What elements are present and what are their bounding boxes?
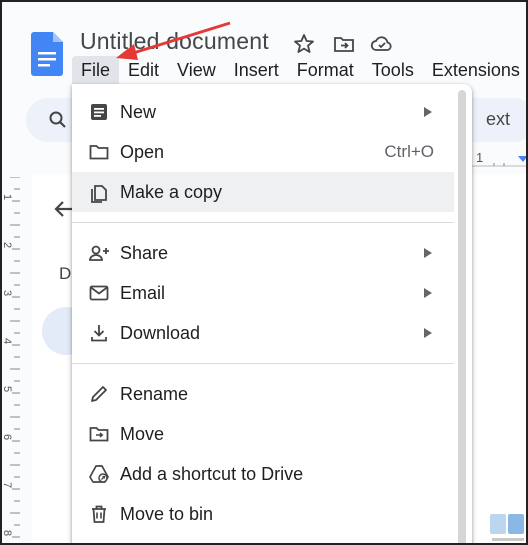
menu-extensions[interactable]: Extensions bbox=[423, 56, 526, 84]
toolbar-style-label[interactable]: ext bbox=[486, 109, 510, 130]
ruler-v-label: 6 bbox=[1, 433, 14, 441]
drive-shortcut-icon bbox=[89, 465, 109, 483]
menu-format[interactable]: Format bbox=[288, 56, 363, 84]
cloud-saved-icon[interactable] bbox=[370, 32, 394, 56]
menu-scrollbar[interactable] bbox=[458, 90, 466, 543]
menu-tools[interactable]: Tools bbox=[363, 56, 423, 84]
menu-item-label: New bbox=[120, 101, 157, 122]
ruler-v-label: 4 bbox=[1, 337, 14, 345]
submenu-arrow-icon bbox=[424, 248, 432, 258]
app-window: Untitled document File Edit View Insert … bbox=[0, 0, 528, 545]
folder-move-icon bbox=[89, 427, 109, 442]
docs-logo-icon[interactable] bbox=[31, 32, 63, 76]
menu-item-download[interactable]: Download bbox=[72, 313, 454, 353]
vertical-ruler-ticks bbox=[10, 176, 20, 538]
folder-icon bbox=[89, 145, 109, 160]
submenu-arrow-icon bbox=[424, 288, 432, 298]
ruler-v-label: 7 bbox=[1, 481, 14, 489]
menu-divider bbox=[72, 222, 454, 223]
person-add-icon bbox=[89, 245, 109, 261]
menu-item-label: Email bbox=[120, 282, 166, 303]
menu-item-label: Move bbox=[120, 423, 165, 444]
ruler-v-label: 5 bbox=[1, 385, 14, 393]
menu-item-label: Move to bin bbox=[120, 503, 214, 524]
menu-item-new[interactable]: New bbox=[72, 92, 454, 132]
menu-item-rename[interactable]: Rename bbox=[72, 374, 454, 414]
menu-item-shortcut: Ctrl+O bbox=[384, 142, 434, 161]
ruler-v-label: 1 bbox=[1, 193, 14, 201]
submenu-arrow-icon bbox=[424, 328, 432, 338]
ruler-number: 1 bbox=[476, 150, 484, 165]
mail-icon bbox=[89, 285, 109, 301]
watermark-logo-icon bbox=[490, 514, 524, 541]
download-icon bbox=[91, 325, 107, 342]
vertical-ruler: 1 2 3 4 5 6 7 8 bbox=[1, 176, 22, 543]
file-menu-dropdown: New Open Ctrl+O Make a copy Share Email … bbox=[72, 84, 472, 543]
menu-item-add-shortcut[interactable]: Add a shortcut to Drive bbox=[72, 454, 454, 494]
menu-item-label: Add a shortcut to Drive bbox=[120, 463, 304, 484]
ruler-v-label: 2 bbox=[1, 241, 14, 249]
annotation-arrow-icon bbox=[116, 21, 231, 60]
menu-item-label: Share bbox=[120, 242, 169, 263]
menu-item-label: Open bbox=[120, 141, 165, 162]
copy-icon bbox=[91, 185, 107, 203]
submenu-arrow-icon bbox=[424, 107, 432, 117]
menu-divider bbox=[72, 363, 454, 364]
menu-item-make-a-copy[interactable]: Make a copy bbox=[72, 172, 454, 212]
menu-item-label: Make a copy bbox=[120, 181, 223, 202]
menu-item-share[interactable]: Share bbox=[72, 233, 454, 273]
search-menus-icon[interactable] bbox=[48, 110, 68, 130]
trash-icon bbox=[92, 505, 106, 523]
move-folder-icon[interactable] bbox=[332, 32, 356, 56]
doc-icon bbox=[91, 104, 107, 120]
star-icon[interactable] bbox=[292, 32, 316, 56]
menu-item-email[interactable]: Email bbox=[72, 273, 454, 313]
outline-heading: D bbox=[59, 264, 72, 283]
menu-item-open[interactable]: Open Ctrl+O bbox=[72, 132, 454, 172]
menu-item-move[interactable]: Move bbox=[72, 414, 454, 454]
ruler-v-label: 8 bbox=[1, 529, 14, 537]
ruler-v-label: 3 bbox=[1, 289, 14, 297]
menu-item-label: Rename bbox=[120, 383, 189, 404]
menu-item-move-to-bin[interactable]: Move to bin bbox=[72, 494, 454, 534]
pencil-icon bbox=[91, 386, 107, 402]
menu-item-label: Download bbox=[120, 322, 201, 343]
